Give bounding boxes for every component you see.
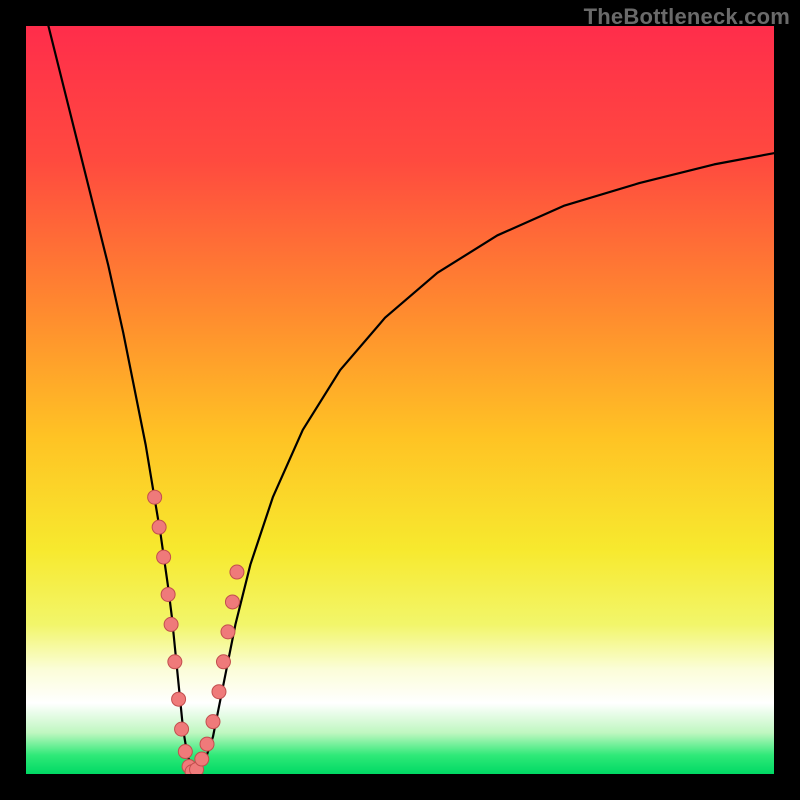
marker-point <box>172 692 186 706</box>
marker-point <box>206 715 220 729</box>
outer-black-frame: TheBottleneck.com <box>0 0 800 800</box>
marker-point <box>216 655 230 669</box>
marker-point <box>221 625 235 639</box>
marker-point <box>152 520 166 534</box>
watermark-text: TheBottleneck.com <box>584 4 790 30</box>
marker-point <box>157 550 171 564</box>
marker-point <box>178 745 192 759</box>
marker-point <box>148 490 162 504</box>
marker-point <box>175 722 189 736</box>
chart-svg <box>26 26 774 774</box>
marker-point <box>168 655 182 669</box>
marker-point <box>161 587 175 601</box>
marker-point <box>212 685 226 699</box>
marker-point <box>195 752 209 766</box>
marker-point <box>200 737 214 751</box>
gradient-background <box>26 26 774 774</box>
marker-point <box>225 595 239 609</box>
marker-point <box>230 565 244 579</box>
marker-point <box>164 617 178 631</box>
plot-area <box>26 26 774 774</box>
